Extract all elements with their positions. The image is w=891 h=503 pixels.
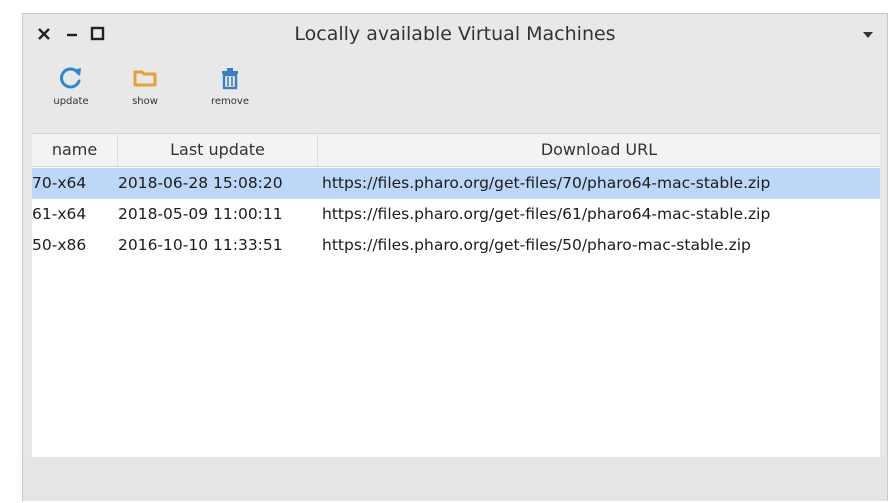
trash-icon	[222, 68, 238, 90]
table-row[interactable]: 50-x86 2016-10-10 11:33:51 https://files…	[32, 230, 880, 261]
update-button[interactable]: update	[39, 62, 103, 122]
title-bar: Locally available Virtual Machines	[23, 14, 887, 56]
remove-button[interactable]: remove	[198, 62, 262, 122]
last-update-cell: 2018-05-09 11:00:11	[118, 205, 283, 223]
download-url-cell: https://files.pharo.org/get-files/61/pha…	[322, 205, 771, 223]
column-header-last-update[interactable]: Last update	[118, 134, 318, 166]
toolbar: update show remove	[23, 62, 887, 132]
column-header-download-url[interactable]: Download URL	[318, 134, 880, 166]
window-menu-icon[interactable]	[863, 32, 873, 38]
vm-table: name Last update Download URL 70-x64 201…	[32, 133, 880, 457]
vm-name-cell: 50-x86	[32, 236, 87, 254]
table-row[interactable]: 61-x64 2018-05-09 11:00:11 https://files…	[32, 199, 880, 230]
vm-manager-window: Locally available Virtual Machines updat…	[22, 13, 888, 501]
update-label: update	[53, 96, 89, 107]
table-header: name Last update Download URL	[32, 134, 880, 167]
remove-label: remove	[211, 96, 249, 107]
show-label: show	[132, 96, 158, 107]
table-row[interactable]: 70-x64 2018-06-28 15:08:20 https://files…	[32, 168, 880, 199]
last-update-cell: 2016-10-10 11:33:51	[118, 236, 283, 254]
status-bar	[23, 457, 887, 501]
download-url-cell: https://files.pharo.org/get-files/50/pha…	[322, 236, 751, 254]
column-header-name[interactable]: name	[32, 134, 118, 166]
vm-name-cell: 61-x64	[32, 205, 87, 223]
refresh-icon	[60, 67, 81, 89]
download-url-cell: https://files.pharo.org/get-files/70/pha…	[322, 174, 771, 192]
last-update-cell: 2018-06-28 15:08:20	[118, 174, 283, 192]
folder-icon	[133, 70, 157, 87]
vm-name-cell: 70-x64	[32, 174, 87, 192]
show-button[interactable]: show	[113, 62, 177, 122]
window-title: Locally available Virtual Machines	[294, 23, 616, 45]
